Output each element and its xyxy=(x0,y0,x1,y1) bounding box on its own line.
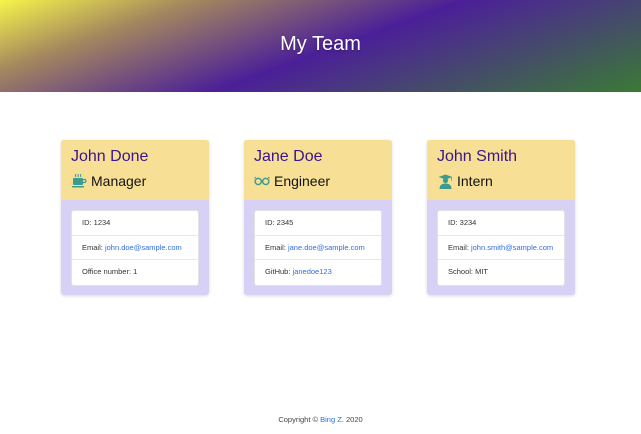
email-link[interactable]: jane.doe@sample.com xyxy=(288,243,365,252)
email-row: Email: jane.doe@sample.com xyxy=(255,236,381,260)
employee-name: Jane Doe xyxy=(254,148,323,165)
employee-name: John Smith xyxy=(437,148,518,165)
employee-role: Intern xyxy=(437,172,565,190)
employee-name: John Done xyxy=(71,148,149,165)
github-row: GitHub: janedoe123 xyxy=(255,260,381,285)
info-list: ID: 1234 Email: john.doe@sample.com Offi… xyxy=(71,210,199,286)
employee-card-engineer: Jane Doe Engineer ID: 2345 Email: jane.d… xyxy=(244,140,392,295)
github-label: GitHub: xyxy=(265,267,291,276)
author-link[interactable]: Bing Z. xyxy=(320,415,344,424)
coffee-mug-icon xyxy=(71,173,87,189)
role-label: Engineer xyxy=(274,173,331,189)
employee-role: Engineer xyxy=(254,172,382,190)
page-footer: Copyright © Bing Z. 2020 xyxy=(0,415,641,424)
info-list: ID: 2345 Email: jane.doe@sample.com GitH… xyxy=(254,210,382,286)
email-label: Email: xyxy=(265,242,286,252)
school-row: School: MIT xyxy=(448,267,489,276)
id-row: ID: 2345 xyxy=(255,211,381,236)
id-row: ID: 1234 xyxy=(72,211,198,236)
office-number-row: Office number: 1 xyxy=(82,267,138,276)
email-label: Email: xyxy=(82,242,103,252)
copyright-text: Copyright © xyxy=(278,415,319,424)
card-header: John Smith Intern xyxy=(427,140,575,200)
role-label: Manager xyxy=(91,173,147,189)
page-title: My Team xyxy=(280,32,361,55)
info-list: ID: 3234 Email: john.smith@sample.com Sc… xyxy=(437,210,565,286)
card-header: John Done Manager xyxy=(61,140,209,200)
glasses-icon xyxy=(254,173,270,189)
role-label: Intern xyxy=(457,173,493,189)
github-link[interactable]: janedoe123 xyxy=(293,267,332,276)
email-link[interactable]: john.smith@sample.com xyxy=(471,243,553,252)
employee-role: Manager xyxy=(71,172,199,190)
email-row: Email: john.doe@sample.com xyxy=(72,236,198,260)
employee-card-intern: John Smith Intern ID: 3234 Email: john.s… xyxy=(427,140,575,295)
copyright-year: 2020 xyxy=(345,415,363,424)
employee-card-manager: John Done Manager ID: 1234 Email: john.d… xyxy=(61,140,209,295)
email-row: Email: john.smith@sample.com xyxy=(438,236,564,260)
card-header: Jane Doe Engineer xyxy=(244,140,392,200)
id-row: ID: 3234 xyxy=(438,211,564,236)
graduate-icon xyxy=(437,173,453,189)
page-header: My Team xyxy=(0,0,641,92)
email-label: Email: xyxy=(448,242,469,252)
email-link[interactable]: john.doe@sample.com xyxy=(105,243,182,252)
